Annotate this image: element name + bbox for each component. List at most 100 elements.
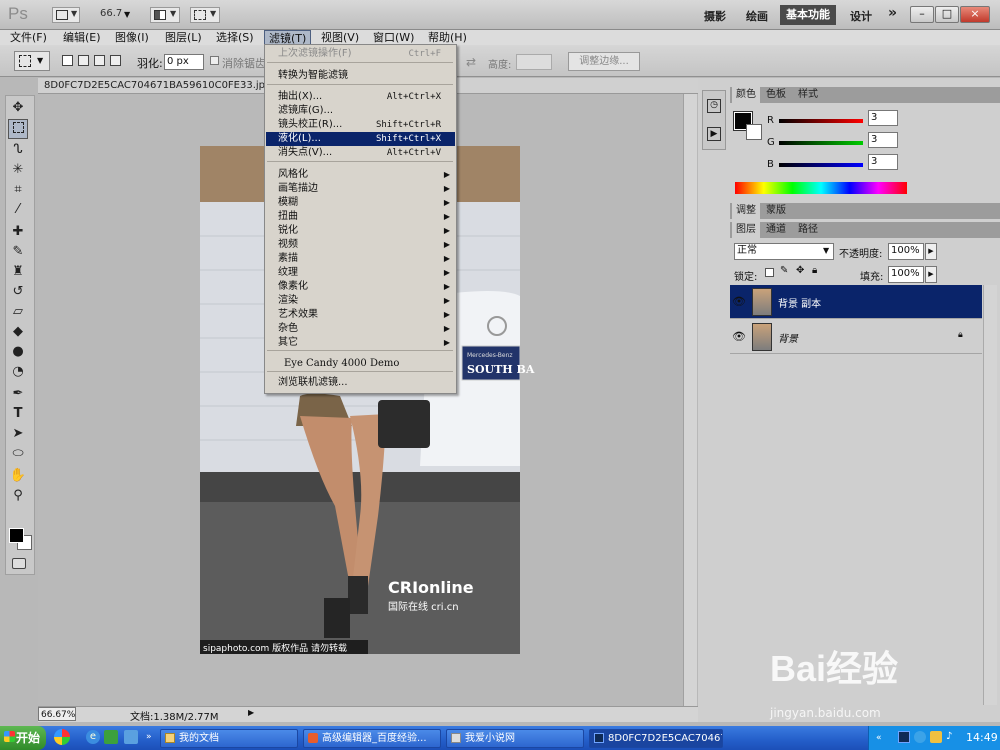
menu-filter[interactable]: 滤镜(T) bbox=[264, 30, 312, 45]
actions-panel-icon[interactable]: ▶ bbox=[707, 127, 721, 141]
opacity-arrow-icon[interactable]: ▶ bbox=[925, 243, 937, 260]
doc-info[interactable]: 文档:1.38M/2.77M bbox=[130, 708, 219, 723]
history-panel-icon[interactable]: ◷ bbox=[707, 99, 721, 113]
filter-menu-item[interactable]: 画笔描边 ▶ bbox=[266, 182, 455, 196]
ellipse-tool-icon[interactable]: ⬭ bbox=[8, 444, 28, 464]
menu-window[interactable]: 窗口(W) bbox=[369, 30, 418, 45]
color-spectrum-bar[interactable] bbox=[735, 182, 907, 194]
ie-icon[interactable]: e bbox=[86, 730, 100, 744]
blend-mode-select[interactable]: 正常 bbox=[734, 243, 834, 260]
task-my-documents[interactable]: 我的文档 bbox=[160, 729, 298, 748]
filter-menu-item[interactable]: 液化(L)... Shift+Ctrl+X bbox=[266, 132, 455, 146]
menu-select[interactable]: 选择(S) bbox=[212, 30, 258, 45]
clone-stamp-tool-icon[interactable]: ♜ bbox=[8, 262, 28, 282]
tray-ps-icon[interactable] bbox=[898, 731, 910, 743]
menu-view[interactable]: 视图(V) bbox=[317, 30, 363, 45]
tab-styles[interactable]: 样式 bbox=[794, 87, 822, 103]
paint-bucket-tool-icon[interactable]: ◆ bbox=[8, 322, 28, 342]
filter-menu-item[interactable]: 镜头校正(R)... Shift+Ctrl+R bbox=[266, 118, 455, 132]
layer-row-background-copy[interactable]: 👁︎ 背景 副本 bbox=[730, 285, 982, 319]
tool-preset-picker[interactable]: ▼ bbox=[14, 51, 50, 71]
g-slider[interactable] bbox=[779, 141, 863, 145]
quicklaunch-more-icon[interactable]: » bbox=[146, 732, 152, 742]
tab-adjustments[interactable]: 调整 bbox=[732, 203, 760, 219]
antialias-checkbox[interactable] bbox=[210, 56, 219, 65]
filter-menu-item[interactable]: Eye Candy 4000 Demo bbox=[266, 357, 455, 371]
lock-transparency-icon[interactable] bbox=[765, 268, 774, 277]
r-slider[interactable] bbox=[779, 119, 863, 123]
dodge-tool-icon[interactable]: ◔ bbox=[8, 362, 28, 382]
path-selection-tool-icon[interactable]: ➤ bbox=[8, 424, 28, 444]
quick-mask-icon[interactable] bbox=[12, 558, 26, 569]
b-slider[interactable] bbox=[779, 163, 863, 167]
layer-row-background[interactable]: 👁︎ 背景 🔒︎ bbox=[730, 320, 982, 354]
clock[interactable]: 14:49 bbox=[966, 731, 998, 744]
refine-edge-button[interactable]: 调整边缘... bbox=[568, 52, 640, 71]
filter-menu-item[interactable]: 素描 ▶ bbox=[266, 252, 455, 266]
filter-menu-item[interactable]: 渲染 ▶ bbox=[266, 294, 455, 308]
tab-channels[interactable]: 通道 bbox=[762, 222, 790, 238]
tab-layers[interactable]: 图层 bbox=[732, 222, 760, 238]
visibility-eye-icon[interactable]: 👁︎ bbox=[731, 294, 747, 310]
magic-wand-tool-icon[interactable]: ✳ bbox=[8, 160, 28, 180]
filter-menu-item[interactable]: 纹理 ▶ bbox=[266, 266, 455, 280]
filter-menu-item[interactable]: 像素化 ▶ bbox=[266, 280, 455, 294]
chevron-down-icon[interactable]: ▼ bbox=[124, 10, 130, 19]
eyedropper-tool-icon[interactable]: ⁄ bbox=[8, 200, 28, 220]
layers-scrollbar[interactable] bbox=[983, 285, 997, 705]
bridge-launch-button[interactable]: ▼ bbox=[52, 7, 80, 23]
tray-expand-icon[interactable]: « bbox=[876, 733, 882, 743]
task-novel-site[interactable]: 我爱小说网 bbox=[446, 729, 584, 748]
chevron-down-icon[interactable]: ▼ bbox=[823, 246, 829, 255]
menu-file[interactable]: 文件(F) bbox=[6, 30, 51, 45]
add-selection-icon[interactable] bbox=[78, 55, 89, 66]
filter-menu-item[interactable]: 杂色 ▶ bbox=[266, 322, 455, 336]
eraser-tool-icon[interactable]: ▱ bbox=[8, 302, 28, 322]
lock-move-icon[interactable]: ✥ bbox=[796, 265, 804, 276]
blur-tool-icon[interactable]: ● bbox=[8, 342, 28, 362]
fill-input[interactable]: 100% bbox=[888, 266, 924, 283]
filter-menu-item[interactable]: 抽出(X)... Alt+Ctrl+X bbox=[266, 90, 455, 104]
status-arrow-icon[interactable]: ▶ bbox=[248, 708, 254, 717]
filter-menu-item[interactable]: 艺术效果 ▶ bbox=[266, 308, 455, 322]
workspace-essentials[interactable]: 基本功能 bbox=[780, 5, 836, 25]
height-input[interactable] bbox=[516, 54, 552, 70]
arrange-documents-button[interactable]: ▼ bbox=[150, 7, 180, 23]
healing-brush-tool-icon[interactable]: ✚ bbox=[8, 222, 28, 242]
filter-menu-item[interactable]: 其它 ▶ bbox=[266, 336, 455, 350]
bg-color-box[interactable] bbox=[746, 124, 762, 140]
intersect-selection-icon[interactable] bbox=[110, 55, 121, 66]
b-value-input[interactable]: 3 bbox=[868, 154, 898, 170]
workspace-design[interactable]: 设计 bbox=[850, 8, 872, 24]
tray-app2-icon[interactable] bbox=[930, 731, 942, 743]
brush-tool-icon[interactable]: ✎ bbox=[8, 242, 28, 262]
tab-paths[interactable]: 路径 bbox=[794, 222, 822, 238]
tab-masks[interactable]: 蒙版 bbox=[762, 203, 790, 219]
tray-volume-icon[interactable]: ♪ bbox=[946, 731, 952, 742]
workspace-painting[interactable]: 绘画 bbox=[746, 8, 768, 24]
vertical-scrollbar[interactable] bbox=[683, 94, 697, 706]
more-workspaces-icon[interactable]: » bbox=[888, 5, 897, 21]
visibility-eye-icon[interactable]: 👁︎ bbox=[731, 329, 747, 345]
filter-menu-item[interactable]: 视频 ▶ bbox=[266, 238, 455, 252]
workspace-photography[interactable]: 摄影 bbox=[704, 8, 726, 24]
task-photoshop[interactable]: 8D0FC7D2E5CAC704671... bbox=[589, 729, 723, 748]
task-baidu-editor[interactable]: 高级编辑器_百度经验... bbox=[303, 729, 441, 748]
filter-menu-item[interactable]: 消失点(V)... Alt+Ctrl+V bbox=[266, 146, 455, 160]
opacity-input[interactable]: 100% bbox=[888, 243, 924, 260]
filter-menu-item[interactable]: 转换为智能滤镜 bbox=[266, 69, 455, 83]
tray-app-icon[interactable] bbox=[914, 731, 926, 743]
tab-swatches[interactable]: 色板 bbox=[762, 87, 790, 103]
screen-mode-button[interactable]: ▼ bbox=[190, 7, 220, 23]
feather-input[interactable]: 0 px bbox=[164, 54, 204, 70]
tab-color[interactable]: 颜色 bbox=[732, 87, 760, 103]
lasso-tool-icon[interactable]: ᔐ bbox=[8, 140, 28, 160]
filter-menu-item[interactable]: 模糊 ▶ bbox=[266, 196, 455, 210]
zoom-level[interactable]: 66.7 bbox=[100, 8, 122, 24]
fill-arrow-icon[interactable]: ▶ bbox=[925, 266, 937, 283]
filter-menu-item[interactable]: 风格化 ▶ bbox=[266, 168, 455, 182]
maximize-button[interactable]: □ bbox=[935, 6, 959, 23]
zoom-tool-icon[interactable]: ⚲ bbox=[8, 486, 28, 506]
minimize-button[interactable]: – bbox=[910, 6, 934, 23]
crop-tool-icon[interactable]: ⌗ bbox=[8, 180, 28, 200]
